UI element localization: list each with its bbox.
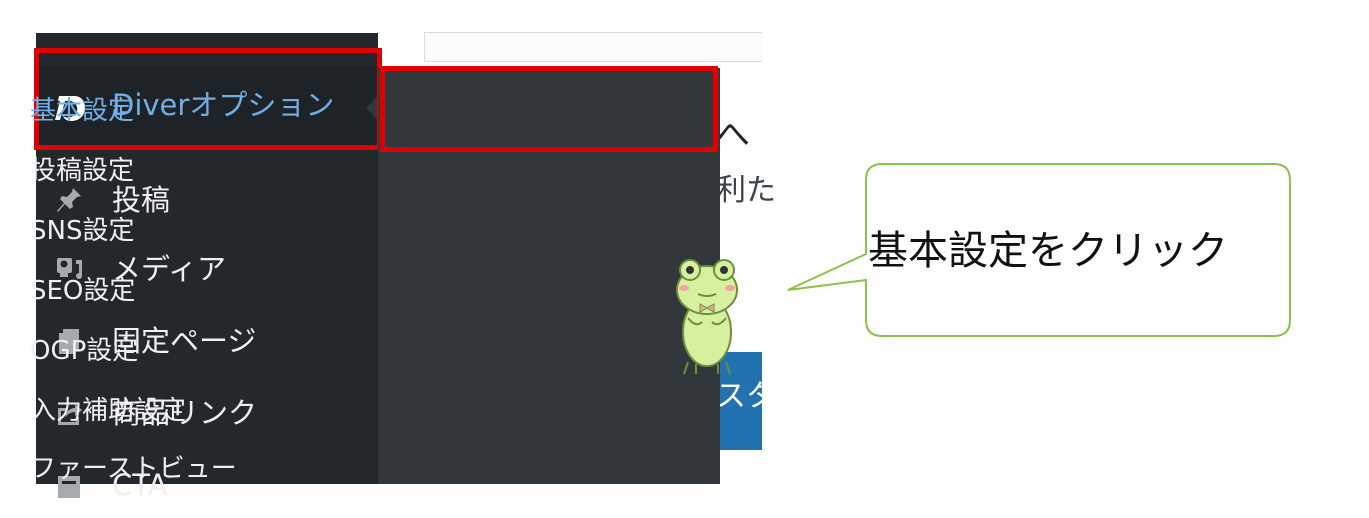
callout-text: 基本設定をクリック: [868, 228, 1228, 274]
submenu-item-basic-settings[interactable]: 基本設定: [30, 96, 134, 126]
content-text-fragment: 利た: [716, 173, 776, 208]
submenu-item-input-assist-settings[interactable]: 入力補助設定: [30, 396, 186, 426]
content-button-label: スタ: [716, 379, 762, 414]
submenu-item-ogp-settings[interactable]: OGP設定: [30, 336, 138, 366]
submenu-item-first-view[interactable]: ファーストビュー: [30, 454, 237, 484]
highlight-box-basic-settings: [380, 66, 718, 152]
sidebar-item-label: 投稿: [112, 183, 171, 217]
submenu-item-post-settings[interactable]: 投稿設定: [30, 156, 134, 186]
submenu-item-seo-settings[interactable]: SEO設定: [30, 276, 135, 306]
pin-icon: [57, 188, 81, 212]
submenu-item-sns-settings[interactable]: SNS設定: [30, 216, 134, 246]
content-top-bar: [424, 32, 762, 62]
content-heading-fragment: へ: [716, 115, 750, 155]
frog-mascot-illustration: [676, 259, 738, 375]
